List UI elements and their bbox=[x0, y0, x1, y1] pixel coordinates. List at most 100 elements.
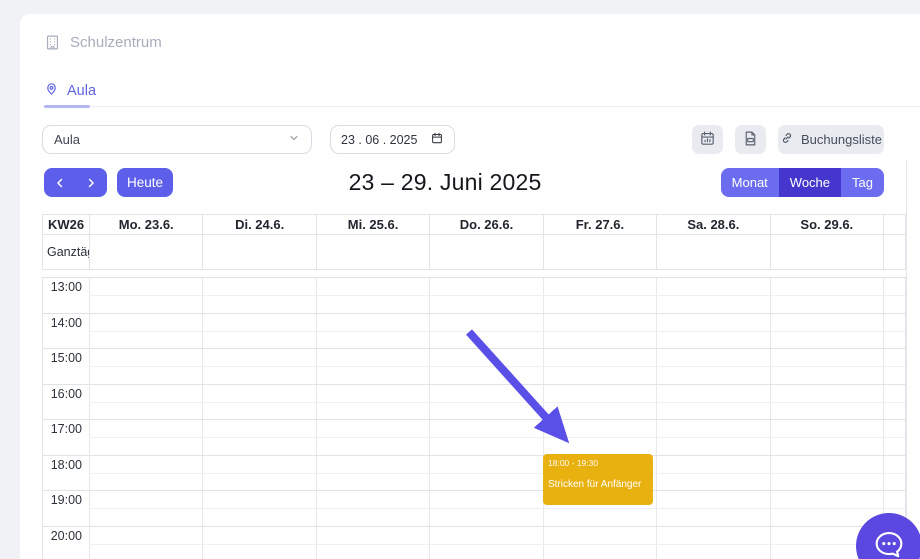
time-slot-cell[interactable] bbox=[770, 491, 883, 526]
time-slot-cell[interactable] bbox=[89, 278, 202, 313]
time-slot-cell[interactable] bbox=[429, 314, 542, 349]
time-label: 18:00 bbox=[43, 456, 89, 491]
time-slot-cell[interactable] bbox=[316, 278, 429, 313]
time-slot-cell[interactable] bbox=[316, 314, 429, 349]
room-select[interactable]: Aula bbox=[42, 125, 312, 154]
view-button-monat[interactable]: Monat bbox=[721, 168, 779, 197]
allday-cell[interactable] bbox=[89, 235, 202, 269]
allday-cell[interactable] bbox=[543, 235, 656, 269]
calendar-export-button[interactable] bbox=[692, 125, 723, 154]
prev-week-button[interactable] bbox=[44, 168, 76, 197]
hour-row: 19:00 bbox=[42, 490, 906, 526]
day-header: Di. 24.6. bbox=[202, 215, 315, 234]
time-slot-cell[interactable] bbox=[202, 278, 315, 313]
time-slot-cell[interactable] bbox=[202, 385, 315, 420]
allday-cell[interactable] bbox=[429, 235, 542, 269]
time-slot-cell[interactable] bbox=[89, 314, 202, 349]
view-toggle: MonatWocheTag bbox=[721, 168, 884, 197]
time-slot-cell[interactable] bbox=[89, 527, 202, 559]
time-slot-cell[interactable] bbox=[316, 527, 429, 559]
time-slot-cell[interactable] bbox=[770, 385, 883, 420]
hour-row: 15:00 bbox=[42, 348, 906, 384]
time-slot-cell[interactable] bbox=[429, 456, 542, 491]
time-slot-cell[interactable] bbox=[656, 527, 769, 559]
time-slot-cell[interactable] bbox=[656, 278, 769, 313]
time-slot-cell[interactable] bbox=[656, 314, 769, 349]
time-slot-cell[interactable] bbox=[770, 420, 883, 455]
time-slot-cell[interactable] bbox=[429, 349, 542, 384]
booking-list-button[interactable]: Buchungsliste bbox=[778, 125, 884, 154]
time-slot-cell[interactable] bbox=[316, 349, 429, 384]
tab-label: Aula bbox=[67, 83, 96, 99]
time-slot-cell[interactable] bbox=[656, 420, 769, 455]
time-slot-cell[interactable] bbox=[429, 527, 542, 559]
allday-cell[interactable] bbox=[770, 235, 883, 269]
time-slot-cell[interactable] bbox=[543, 420, 656, 455]
time-slot-cell[interactable] bbox=[656, 385, 769, 420]
time-slot-cell[interactable] bbox=[316, 491, 429, 526]
today-button[interactable]: Heute bbox=[117, 168, 173, 197]
pdf-file-icon bbox=[742, 130, 759, 150]
next-week-button[interactable] bbox=[76, 168, 108, 197]
tab-aula[interactable]: Aula bbox=[44, 81, 96, 100]
view-button-woche[interactable]: Woche bbox=[779, 168, 841, 197]
time-slot-cell[interactable] bbox=[202, 420, 315, 455]
day-header: Mi. 25.6. bbox=[316, 215, 429, 234]
event-stricken-fuer-anfaenger[interactable]: 18:00 - 19:30 Stricken für Anfänger bbox=[543, 454, 653, 505]
date-input[interactable]: 23 . 06 . 2025 bbox=[330, 125, 455, 154]
time-slot-cell[interactable] bbox=[202, 456, 315, 491]
time-slot-cell[interactable] bbox=[770, 456, 883, 491]
center-name: Schulzentrum bbox=[44, 34, 162, 51]
time-slot-cell[interactable] bbox=[316, 456, 429, 491]
event-time: 18:00 - 19:30 bbox=[548, 458, 648, 468]
hour-row: 18:00 bbox=[42, 455, 906, 491]
allday-cell[interactable] bbox=[202, 235, 315, 269]
time-slot-cell[interactable] bbox=[656, 491, 769, 526]
week-number: KW26 bbox=[43, 215, 89, 234]
time-slot-cell[interactable] bbox=[429, 278, 542, 313]
chevron-down-icon bbox=[288, 132, 300, 147]
time-slot-cell[interactable] bbox=[316, 420, 429, 455]
time-slot-cell[interactable] bbox=[543, 527, 656, 559]
time-slot-cell[interactable] bbox=[89, 385, 202, 420]
time-slot-cell[interactable] bbox=[543, 349, 656, 384]
time-slot-cell[interactable] bbox=[656, 349, 769, 384]
time-slot-cell[interactable] bbox=[543, 278, 656, 313]
view-button-tag[interactable]: Tag bbox=[841, 168, 884, 197]
time-slot-cell[interactable] bbox=[543, 385, 656, 420]
allday-label: Ganztäg bbox=[43, 235, 89, 269]
time-slot-cell[interactable] bbox=[429, 420, 542, 455]
time-slot-cell[interactable] bbox=[770, 349, 883, 384]
time-label: 15:00 bbox=[43, 349, 89, 384]
time-slot-cell[interactable] bbox=[89, 456, 202, 491]
time-slot-cell[interactable] bbox=[429, 385, 542, 420]
time-slot-cell[interactable] bbox=[89, 491, 202, 526]
time-slot-cell[interactable] bbox=[429, 491, 542, 526]
date-range-title: 23 – 29. Juni 2025 bbox=[335, 169, 555, 196]
time-slot-cell[interactable] bbox=[89, 349, 202, 384]
room-select-value: Aula bbox=[54, 132, 80, 147]
time-slot-cell[interactable] bbox=[202, 349, 315, 384]
time-slot-cell[interactable] bbox=[202, 527, 315, 559]
time-slot-cell[interactable] bbox=[89, 420, 202, 455]
time-slot-cell[interactable] bbox=[202, 314, 315, 349]
booking-list-label: Buchungsliste bbox=[801, 132, 882, 147]
time-slot-cell[interactable] bbox=[202, 491, 315, 526]
time-slot-cell[interactable] bbox=[770, 278, 883, 313]
grid-scroll-gutter bbox=[883, 420, 905, 455]
link-icon bbox=[780, 131, 794, 148]
pdf-export-button[interactable] bbox=[735, 125, 766, 154]
allday-cell[interactable] bbox=[316, 235, 429, 269]
scrollbar-track[interactable] bbox=[906, 160, 907, 559]
day-header: Fr. 27.6. bbox=[543, 215, 656, 234]
grid-scroll-gutter bbox=[883, 349, 905, 384]
active-tab-underline bbox=[44, 105, 90, 108]
time-slot-cell[interactable] bbox=[656, 456, 769, 491]
time-label: 16:00 bbox=[43, 385, 89, 420]
time-slot-cell[interactable] bbox=[316, 385, 429, 420]
time-slot-cell[interactable] bbox=[543, 314, 656, 349]
event-title: Stricken für Anfänger bbox=[548, 479, 648, 490]
building-icon bbox=[44, 34, 61, 51]
time-slot-cell[interactable] bbox=[770, 314, 883, 349]
allday-cell[interactable] bbox=[656, 235, 769, 269]
